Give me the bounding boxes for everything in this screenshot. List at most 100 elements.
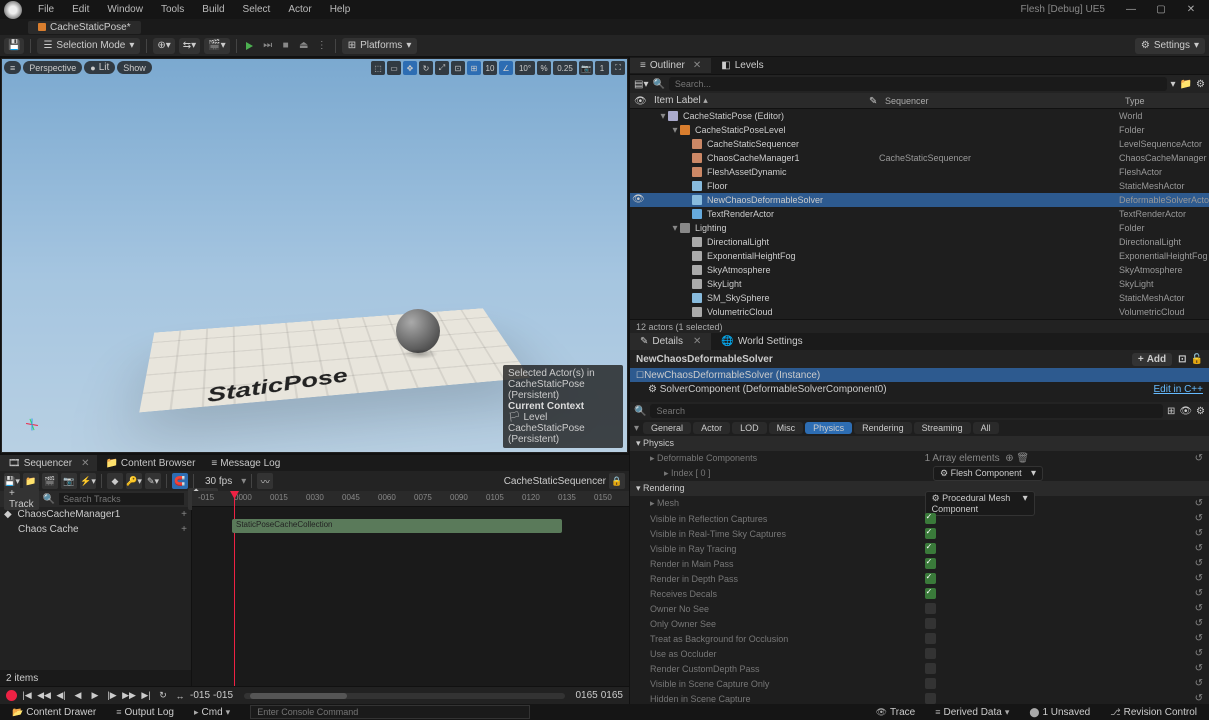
rotate-icon[interactable]: ↻ (419, 61, 433, 75)
derived-data-button[interactable]: ≡ Derived Data ▾ (929, 707, 1015, 718)
tree-row[interactable]: CacheStaticSequencerLevelSequenceActor (630, 137, 1209, 151)
eject-button[interactable]: ⏏ (297, 39, 311, 53)
angle-snap-icon[interactable]: ∠ (499, 61, 513, 75)
step-fwd-button[interactable]: |▶ (105, 689, 119, 703)
filter-icon[interactable]: ▤▾ (634, 79, 648, 90)
sequence-name[interactable]: CacheStaticSequencer (504, 476, 606, 487)
reset-icon[interactable]: ↺ (1195, 573, 1203, 584)
tree-row[interactable]: DirectionalLightDirectionalLight (630, 235, 1209, 249)
scale-icon[interactable]: ⤢ (435, 61, 449, 75)
tab-message-log[interactable]: ≡ Message Log (203, 455, 288, 471)
reset-icon[interactable]: ↺ (1195, 528, 1203, 539)
reset-icon[interactable]: ↺ (1195, 618, 1203, 629)
filter-all[interactable]: All (973, 422, 999, 434)
filter-physics[interactable]: Physics (805, 422, 852, 434)
edit-cpp-link[interactable]: Edit in C++ (1154, 384, 1203, 395)
angle-snap-value[interactable]: 10° (515, 61, 535, 75)
flesh-component-dropdown[interactable]: ⚙ Flesh Component▾ (933, 466, 1043, 481)
scale-snap-icon[interactable]: % (537, 61, 551, 75)
folder-add-icon[interactable]: 📁 (1180, 79, 1192, 90)
component-sub-row[interactable]: ⚙ SolverComponent (DeformableSolverCompo… (630, 382, 1209, 396)
range-button[interactable]: ↔ (173, 689, 187, 703)
menu-window[interactable]: Window (99, 2, 151, 17)
tree-row[interactable]: ExponentialHeightFogExponentialHeightFog (630, 249, 1209, 263)
gizmo-local-icon[interactable]: ⬚ (371, 61, 385, 75)
track-search-input[interactable] (59, 493, 184, 505)
track-row[interactable]: ◆ ChaosCacheManager1+ (0, 507, 191, 522)
menu-build[interactable]: Build (194, 2, 232, 17)
tree-row[interactable]: VolumetricCloudVolumetricCloud (630, 305, 1209, 319)
marketplace-button[interactable]: ⇆▾ (179, 38, 200, 54)
checkbox[interactable] (925, 528, 936, 539)
filter-misc[interactable]: Misc (769, 422, 804, 434)
reset-icon[interactable]: ↺ (1195, 633, 1203, 644)
filter-streaming[interactable]: Streaming (914, 422, 971, 434)
reset-icon[interactable]: ↺ (1195, 663, 1203, 674)
menu-file[interactable]: File (30, 2, 62, 17)
filter-lod[interactable]: LOD (732, 422, 767, 434)
snap-surface-icon[interactable]: ⊡ (451, 61, 465, 75)
unsaved-button[interactable]: ⬤ 1 Unsaved (1023, 707, 1096, 718)
tree-row[interactable]: ▾CacheStaticPose (Editor)World (630, 109, 1209, 123)
timeline[interactable]: -015000000150030004500600075009001050120… (192, 491, 629, 686)
selection-mode-button[interactable]: ☰ Selection Mode ▾ (37, 38, 140, 54)
rewind-button[interactable]: ◀◀ (37, 689, 51, 703)
viewport-lit[interactable]: ● Lit (84, 61, 115, 74)
checkbox[interactable] (925, 663, 936, 674)
seq-autokey-button[interactable]: 🔑▾ (126, 473, 142, 489)
menu-select[interactable]: Select (235, 2, 279, 17)
grid-snap-value[interactable]: 10 (483, 61, 497, 75)
tab-content-browser[interactable]: 📁 Content Browser (97, 455, 203, 471)
window-close[interactable]: ✕ (1177, 1, 1205, 19)
play-rev-button[interactable]: ◀ (71, 689, 85, 703)
browse-icon[interactable]: ⊡ (1178, 354, 1186, 365)
seq-edit-button[interactable]: ✎▾ (145, 473, 161, 489)
close-icon[interactable]: ✕ (693, 60, 701, 71)
to-start-button[interactable]: |◀ (20, 689, 34, 703)
seq-lock-button[interactable]: 🔒 (609, 473, 625, 489)
checkbox[interactable] (925, 588, 936, 599)
skip-button[interactable]: ⏭ (261, 39, 275, 53)
tree-row[interactable]: ▾LightingFolder (630, 221, 1209, 235)
eye-icon[interactable]: 👁 (634, 96, 644, 106)
to-end-button[interactable]: ▶| (139, 689, 153, 703)
menu-help[interactable]: Help (322, 2, 359, 17)
stop-button[interactable]: ■ (279, 39, 293, 53)
seq-key-button[interactable]: ◆ (107, 473, 123, 489)
tab-world-settings[interactable]: 🌐 World Settings (711, 333, 812, 350)
seq-actions-button[interactable]: ⚡▾ (80, 473, 96, 489)
reset-icon[interactable]: ↺ (1195, 678, 1203, 689)
seq-curve-button[interactable]: 〰 (257, 473, 273, 489)
checkbox[interactable] (925, 603, 936, 614)
tree-row[interactable]: SM_SkySphereStaticMeshActor (630, 291, 1209, 305)
checkbox[interactable] (925, 678, 936, 689)
settings-button[interactable]: ⚙ Settings ▾ (1135, 38, 1205, 54)
outliner-search-input[interactable] (669, 77, 1167, 91)
loop-button[interactable]: ↻ (156, 689, 170, 703)
tab-levels[interactable]: ◧ Levels (711, 58, 773, 73)
output-log-button[interactable]: ≡ Output Log (110, 707, 180, 718)
seq-camera-button[interactable]: 📷 (61, 473, 77, 489)
checkbox[interactable] (925, 648, 936, 659)
checkbox[interactable] (925, 693, 936, 704)
tree-row[interactable]: 👁NewChaosDeformableSolverDeformableSolve… (630, 193, 1209, 207)
eye-icon[interactable]: 👁 (1179, 406, 1192, 417)
filter-actor[interactable]: Actor (693, 422, 730, 434)
fps-label[interactable]: 30 fps (199, 476, 238, 487)
lock-icon[interactable]: 🔓 (1191, 354, 1203, 365)
checkbox[interactable] (925, 558, 936, 569)
seq-browse-button[interactable]: 📁 (23, 473, 39, 489)
viewport-perspective[interactable]: Perspective (23, 61, 82, 74)
asset-tab[interactable]: CacheStaticPose* (28, 21, 141, 34)
forward-button[interactable]: ▶▶ (122, 689, 136, 703)
step-back-button[interactable]: ◀| (54, 689, 68, 703)
camera-speed-icon[interactable]: 📷 (579, 61, 593, 75)
seq-snap-button[interactable]: 🧲 (172, 473, 188, 489)
tab-sequencer[interactable]: 🎞 Sequencer✕ (0, 455, 97, 471)
console-input[interactable] (250, 705, 530, 719)
viewport-menu[interactable]: ≡ (4, 61, 21, 74)
zoom-slider[interactable] (244, 693, 564, 699)
reset-icon[interactable]: ↺ (1195, 693, 1203, 704)
track-row[interactable]: Chaos Cache+ (0, 522, 191, 537)
trace-button[interactable]: 👁 Trace (870, 707, 922, 718)
